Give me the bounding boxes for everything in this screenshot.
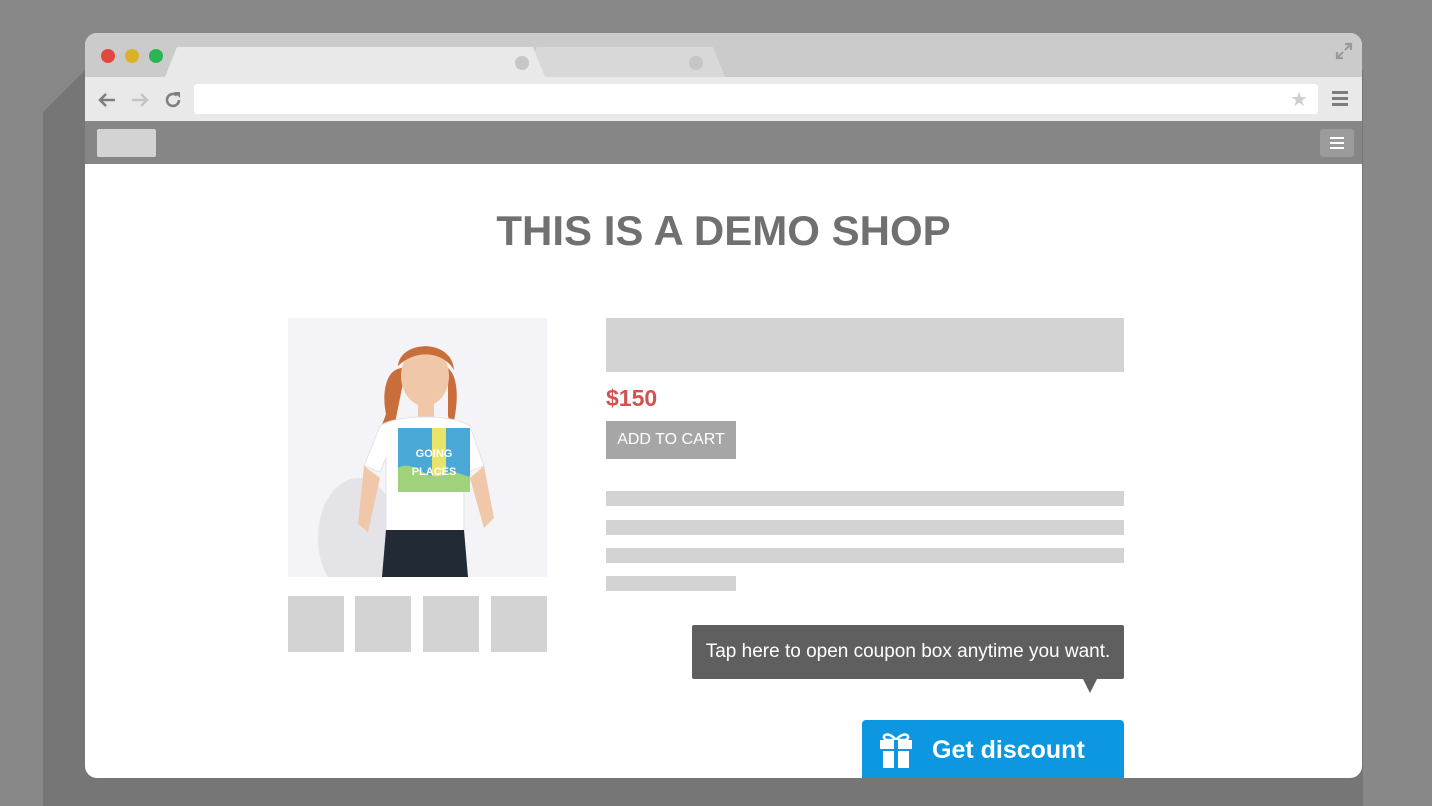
thumbnail[interactable] xyxy=(491,596,547,652)
product-price: $150 xyxy=(606,385,658,411)
tab-active[interactable] xyxy=(165,47,545,77)
page-title: THIS IS A DEMO SHOP xyxy=(496,207,951,254)
thumbnail[interactable] xyxy=(423,596,479,652)
gift-icon xyxy=(880,733,912,768)
browser-toolbar: ★ xyxy=(85,77,1362,121)
forward-icon[interactable] xyxy=(129,89,151,111)
site-header xyxy=(85,121,1362,164)
description-placeholder-line xyxy=(606,520,1124,535)
tab-close-icon[interactable] xyxy=(689,56,703,70)
site-logo[interactable] xyxy=(97,129,156,157)
product-image[interactable]: GOING PLACES xyxy=(288,318,547,577)
reload-icon[interactable] xyxy=(162,89,184,111)
tab-inactive[interactable] xyxy=(525,47,725,77)
coupon-tooltip: Tap here to open coupon box anytime you … xyxy=(692,625,1124,679)
menu-icon[interactable] xyxy=(1332,91,1348,107)
get-discount-label: Get discount xyxy=(932,736,1085,764)
tab-bar xyxy=(85,33,1362,77)
tab-close-icon[interactable] xyxy=(515,56,529,70)
star-icon[interactable]: ★ xyxy=(1290,89,1308,109)
model-illustration: GOING PLACES xyxy=(318,346,494,577)
shirt-text-line2: PLACES xyxy=(412,466,457,478)
hamburger-menu-button[interactable] xyxy=(1320,129,1354,157)
thumbnail[interactable] xyxy=(288,596,344,652)
expand-icon[interactable] xyxy=(1334,41,1354,61)
product-name-placeholder xyxy=(606,318,1124,372)
minimize-window-button[interactable] xyxy=(125,49,139,63)
maximize-window-button[interactable] xyxy=(149,49,163,63)
close-window-button[interactable] xyxy=(101,49,115,63)
description-placeholder-line xyxy=(606,548,1124,563)
get-discount-button[interactable]: Get discount xyxy=(862,720,1124,778)
add-to-cart-button[interactable]: ADD TO CART xyxy=(606,421,736,459)
thumbnail[interactable] xyxy=(355,596,411,652)
back-icon[interactable] xyxy=(96,89,118,111)
shirt-text-line1: GOING xyxy=(416,448,453,460)
browser-window: ★ THIS IS A DEMO SHOP GOING PLACES $150 … xyxy=(85,33,1362,778)
address-bar[interactable]: ★ xyxy=(194,84,1318,114)
tooltip-arrow xyxy=(1083,679,1097,693)
description-placeholder-line xyxy=(606,491,1124,506)
description-placeholder-line xyxy=(606,576,736,591)
